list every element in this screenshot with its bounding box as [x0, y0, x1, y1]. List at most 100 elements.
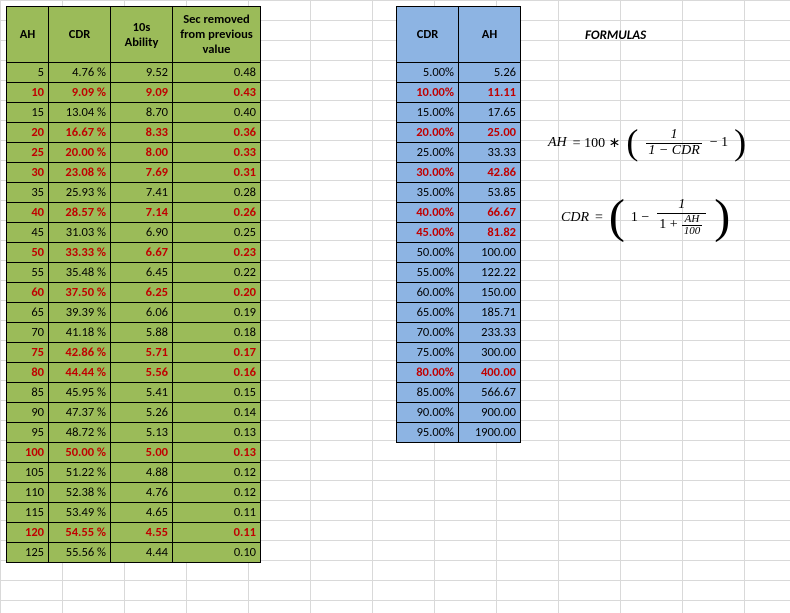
cell[interactable]: 47.37 %	[49, 403, 111, 423]
cell[interactable]: 0.13	[173, 443, 261, 463]
cell[interactable]: 31.03 %	[49, 223, 111, 243]
cell[interactable]: 0.40	[173, 103, 261, 123]
cell[interactable]: 48.72 %	[49, 423, 111, 443]
cell[interactable]: 40.00%	[397, 203, 459, 223]
cell[interactable]: 50.00 %	[49, 443, 111, 463]
cell[interactable]: 122.22	[459, 263, 521, 283]
cell[interactable]: 66.67	[459, 203, 521, 223]
cell[interactable]: 0.22	[173, 263, 261, 283]
cell[interactable]: 35.00%	[397, 183, 459, 203]
cell[interactable]: 33.33	[459, 143, 521, 163]
cell[interactable]: 1900.00	[459, 423, 521, 443]
cell[interactable]: 4.44	[111, 543, 173, 563]
cell[interactable]: 100	[7, 443, 49, 463]
cell[interactable]: 50.00%	[397, 243, 459, 263]
cell[interactable]: 42.86 %	[49, 343, 111, 363]
cell[interactable]: 5.88	[111, 323, 173, 343]
green-header-10s[interactable]: 10s Ability	[111, 7, 173, 63]
cell[interactable]: 44.44 %	[49, 363, 111, 383]
cell[interactable]: 5	[7, 63, 49, 83]
cell[interactable]: 9.09 %	[49, 83, 111, 103]
cell[interactable]: 400.00	[459, 363, 521, 383]
green-header-ah[interactable]: AH	[7, 7, 49, 63]
cell[interactable]: 0.14	[173, 403, 261, 423]
cell[interactable]: 120	[7, 523, 49, 543]
cell[interactable]: 300.00	[459, 343, 521, 363]
cell[interactable]: 5.56	[111, 363, 173, 383]
cell[interactable]: 85	[7, 383, 49, 403]
cell[interactable]: 95	[7, 423, 49, 443]
cell[interactable]: 25.93 %	[49, 183, 111, 203]
cell[interactable]: 105	[7, 463, 49, 483]
cell[interactable]: 17.65	[459, 103, 521, 123]
cell[interactable]: 0.18	[173, 323, 261, 343]
cell[interactable]: 16.67 %	[49, 123, 111, 143]
cell[interactable]: 42.86	[459, 163, 521, 183]
cell[interactable]: 20.00 %	[49, 143, 111, 163]
cell[interactable]: 81.82	[459, 223, 521, 243]
cell[interactable]: 90	[7, 403, 49, 423]
cell[interactable]: 0.16	[173, 363, 261, 383]
blue-header-cdr[interactable]: CDR	[397, 7, 459, 63]
cell[interactable]: 54.55 %	[49, 523, 111, 543]
cell[interactable]: 5.41	[111, 383, 173, 403]
cell[interactable]: 4.76	[111, 483, 173, 503]
cell[interactable]: 80.00%	[397, 363, 459, 383]
cell[interactable]: 7.41	[111, 183, 173, 203]
cell[interactable]: 13.04 %	[49, 103, 111, 123]
cell[interactable]: 80	[7, 363, 49, 383]
cell[interactable]: 28.57 %	[49, 203, 111, 223]
cell[interactable]: 30.00%	[397, 163, 459, 183]
cell[interactable]: 4.65	[111, 503, 173, 523]
cell[interactable]: 5.26	[459, 63, 521, 83]
green-header-sec[interactable]: Sec removed from previous value	[173, 7, 261, 63]
cell[interactable]: 0.12	[173, 483, 261, 503]
cell[interactable]: 60	[7, 283, 49, 303]
cell[interactable]: 100.00	[459, 243, 521, 263]
cell[interactable]: 55.56 %	[49, 543, 111, 563]
cell[interactable]: 0.13	[173, 423, 261, 443]
cell[interactable]: 9.09	[111, 83, 173, 103]
cell[interactable]: 0.48	[173, 63, 261, 83]
cell[interactable]: 5.00	[111, 443, 173, 463]
cell[interactable]: 10.00%	[397, 83, 459, 103]
cell[interactable]: 33.33 %	[49, 243, 111, 263]
cell[interactable]: 51.22 %	[49, 463, 111, 483]
cell[interactable]: 20	[7, 123, 49, 143]
cell[interactable]: 20.00%	[397, 123, 459, 143]
cell[interactable]: 15	[7, 103, 49, 123]
cell[interactable]: 11.11	[459, 83, 521, 103]
cell[interactable]: 0.19	[173, 303, 261, 323]
cell[interactable]: 15.00%	[397, 103, 459, 123]
cell[interactable]: 9.52	[111, 63, 173, 83]
cell[interactable]: 25.00%	[397, 143, 459, 163]
cell[interactable]: 7.14	[111, 203, 173, 223]
cell[interactable]: 0.15	[173, 383, 261, 403]
cell[interactable]: 115	[7, 503, 49, 523]
cell[interactable]: 75	[7, 343, 49, 363]
cell[interactable]: 8.70	[111, 103, 173, 123]
cell[interactable]: 65.00%	[397, 303, 459, 323]
cell[interactable]: 30	[7, 163, 49, 183]
cell[interactable]: 35	[7, 183, 49, 203]
cell[interactable]: 55.00%	[397, 263, 459, 283]
cell[interactable]: 5.00%	[397, 63, 459, 83]
cell[interactable]: 45	[7, 223, 49, 243]
cell[interactable]: 0.26	[173, 203, 261, 223]
cell[interactable]: 0.28	[173, 183, 261, 203]
cell[interactable]: 8.33	[111, 123, 173, 143]
cell[interactable]: 25	[7, 143, 49, 163]
cell[interactable]: 6.06	[111, 303, 173, 323]
cell[interactable]: 40	[7, 203, 49, 223]
cell[interactable]: 566.67	[459, 383, 521, 403]
cell[interactable]: 233.33	[459, 323, 521, 343]
cell[interactable]: 65	[7, 303, 49, 323]
cell[interactable]: 53.49 %	[49, 503, 111, 523]
cell[interactable]: 70	[7, 323, 49, 343]
cell[interactable]: 110	[7, 483, 49, 503]
cell[interactable]: 0.20	[173, 283, 261, 303]
cell[interactable]: 0.23	[173, 243, 261, 263]
cell[interactable]: 0.12	[173, 463, 261, 483]
cell[interactable]: 4.55	[111, 523, 173, 543]
cell[interactable]: 5.71	[111, 343, 173, 363]
